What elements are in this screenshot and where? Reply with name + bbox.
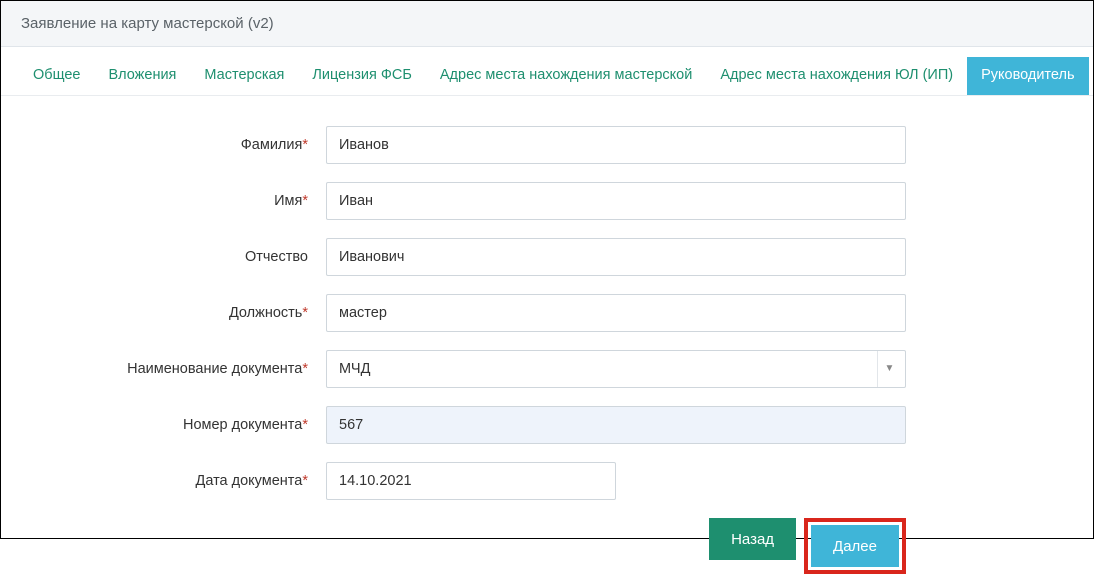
page-title: Заявление на карту мастерской (v2)	[21, 15, 274, 32]
row-patronymic: Отчество	[1, 238, 1093, 276]
required-mark: *	[302, 305, 308, 321]
input-position[interactable]	[326, 294, 906, 332]
required-mark: *	[302, 361, 308, 377]
input-name[interactable]	[326, 182, 906, 220]
required-mark: *	[302, 473, 308, 489]
label-name: Имя*	[1, 193, 326, 209]
label-patronymic: Отчество	[1, 249, 326, 265]
form: Фамилия* Имя* Отчество Должность* Наимен…	[1, 96, 1093, 574]
row-surname: Фамилия*	[1, 126, 1093, 164]
required-mark: *	[302, 417, 308, 433]
label-doc-name: Наименование документа*	[1, 361, 326, 377]
tab-applicant[interactable]: Заявитель	[1089, 57, 1094, 95]
tab-workshop-address[interactable]: Адрес места нахождения мастерской	[426, 57, 706, 95]
row-name: Имя*	[1, 182, 1093, 220]
highlight-frame: Далее	[804, 518, 906, 574]
label-position: Должность*	[1, 305, 326, 321]
input-doc-number[interactable]	[326, 406, 906, 444]
tab-legal-address[interactable]: Адрес места нахождения ЮЛ (ИП)	[706, 57, 967, 95]
back-button[interactable]: Назад	[709, 518, 796, 560]
input-doc-date[interactable]	[326, 462, 616, 500]
select-doc-name-value: МЧД	[339, 361, 877, 377]
next-button[interactable]: Далее	[811, 525, 899, 567]
input-patronymic[interactable]	[326, 238, 906, 276]
chevron-down-icon: ▼	[877, 351, 901, 387]
tab-bar: Общее Вложения Мастерская Лицензия ФСБ А…	[1, 57, 1093, 96]
button-row: Назад Далее	[326, 518, 906, 574]
required-mark: *	[302, 193, 308, 209]
tab-director[interactable]: Руководитель	[967, 57, 1088, 95]
label-doc-number: Номер документа*	[1, 417, 326, 433]
row-doc-number: Номер документа*	[1, 406, 1093, 444]
tab-general[interactable]: Общее	[19, 57, 94, 95]
select-doc-name[interactable]: МЧД ▼	[326, 350, 906, 388]
input-surname[interactable]	[326, 126, 906, 164]
tab-attachments[interactable]: Вложения	[94, 57, 190, 95]
label-doc-date: Дата документа*	[1, 473, 326, 489]
tab-workshop[interactable]: Мастерская	[190, 57, 298, 95]
required-mark: *	[302, 137, 308, 153]
row-doc-date: Дата документа*	[1, 462, 1093, 500]
row-position: Должность*	[1, 294, 1093, 332]
page-header: Заявление на карту мастерской (v2)	[1, 1, 1093, 47]
row-doc-name: Наименование документа* МЧД ▼	[1, 350, 1093, 388]
tab-fsb-license[interactable]: Лицензия ФСБ	[298, 57, 425, 95]
label-surname: Фамилия*	[1, 137, 326, 153]
